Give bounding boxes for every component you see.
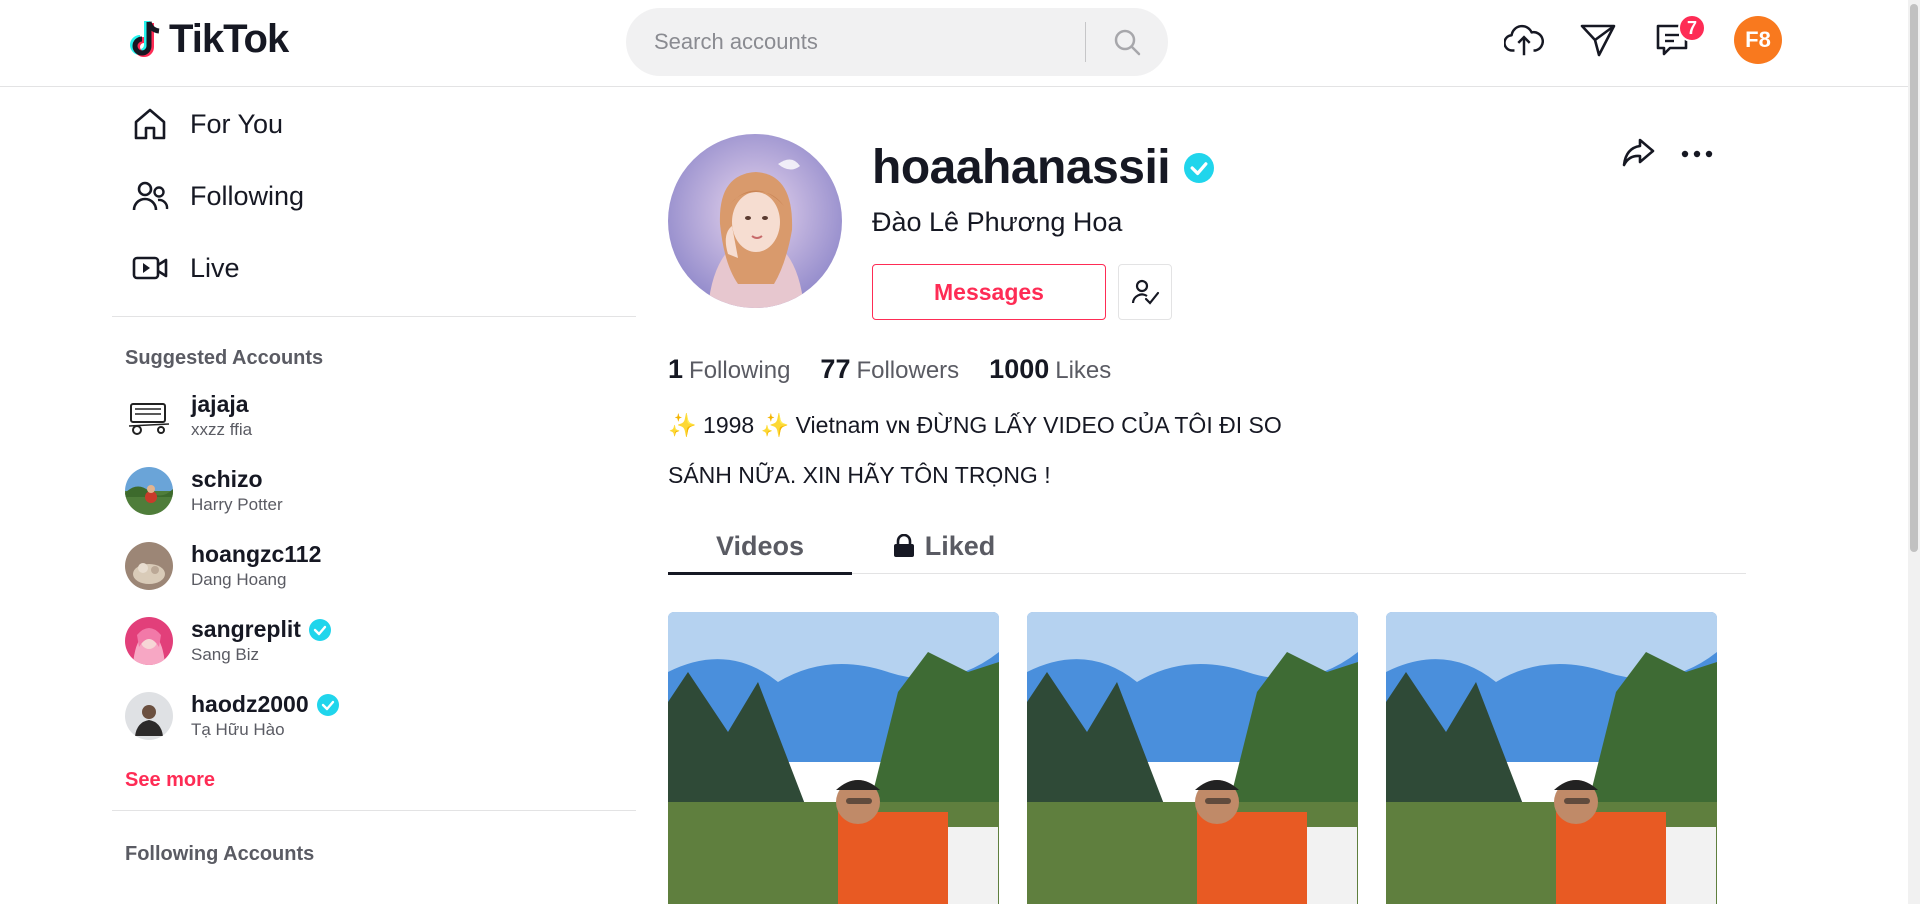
profile-avatar xyxy=(668,134,842,308)
top-header: TikTok Search accounts 7 F8 xyxy=(0,0,1908,87)
scrollbar-thumb[interactable] xyxy=(1910,4,1918,552)
bio-line: ✨ 1998 ✨ Vietnam ᴠɴ ĐỪNG LẤY VIDEO CỦA T… xyxy=(668,412,1282,438)
sidebar-divider xyxy=(112,316,636,317)
tiktok-logo-icon xyxy=(130,20,160,57)
profile-actions xyxy=(1620,134,1714,175)
verified-badge-icon xyxy=(308,618,331,641)
users-icon xyxy=(130,176,170,216)
sidebar-divider xyxy=(112,810,636,811)
nav-label: Live xyxy=(190,252,240,283)
search-input[interactable] xyxy=(626,8,1085,76)
nav-label: Following xyxy=(190,180,305,211)
stat-followers[interactable]: 77 Followers xyxy=(820,354,959,385)
upload-button[interactable] xyxy=(1504,20,1544,60)
account-username: jajaja xyxy=(191,391,249,417)
video-thumbnail[interactable] xyxy=(1386,612,1717,904)
verified-badge-icon xyxy=(316,693,339,716)
suggested-account-item[interactable]: hoangzc112 Dang Hoang xyxy=(112,528,636,603)
tab-videos[interactable]: Videos xyxy=(668,518,852,575)
suggested-account-item[interactable]: sangreplit Sang Biz xyxy=(112,603,636,678)
account-display-name: xxzz ffia xyxy=(191,420,253,439)
account-avatar xyxy=(125,391,173,440)
profile-display-name: Đào Lê Phương Hoa xyxy=(872,207,1123,237)
profile-buttons: Messages xyxy=(872,264,1214,320)
tiktok-logo[interactable]: TikTok xyxy=(127,17,289,62)
ellipsis-icon xyxy=(1681,150,1713,157)
nav-following[interactable]: Following xyxy=(112,160,636,232)
tab-liked[interactable]: Liked xyxy=(852,518,1036,574)
cloud-upload-icon xyxy=(1504,24,1544,56)
nav-label: For You xyxy=(190,108,284,139)
inbox-send-button[interactable] xyxy=(1578,20,1618,60)
profile-bio: ✨ 1998 ✨ Vietnam ᴠɴ ĐỪNG LẤY VIDEO CỦA T… xyxy=(668,400,1368,500)
account-avatar xyxy=(125,616,173,665)
nav-live[interactable]: Live xyxy=(112,232,636,304)
messages-button[interactable]: 7 xyxy=(1652,14,1706,60)
suggested-account-item[interactable]: jajaja xxzz ffia xyxy=(112,378,636,453)
following-accounts-title: Following Accounts xyxy=(125,843,315,865)
account-avatar xyxy=(125,466,173,515)
suggested-accounts-title: Suggested Accounts xyxy=(125,347,324,369)
sidebar: For You Following Live Suggested Account… xyxy=(112,88,636,866)
verified-badge-icon xyxy=(1184,152,1215,183)
suggested-account-item[interactable]: schizo Harry Potter xyxy=(112,453,636,528)
account-username: sangreplit xyxy=(191,616,331,643)
messages-button[interactable]: Messages xyxy=(872,264,1106,320)
account-username: haodz2000 xyxy=(191,691,339,718)
video-thumbnail[interactable] xyxy=(668,612,999,904)
bio-line: SÁNH NỮA. XIN HÃY TÔN TRỌNG ! xyxy=(668,462,1051,488)
logo-text: TikTok xyxy=(169,17,289,61)
account-display-name: Harry Potter xyxy=(191,495,283,514)
paper-plane-icon xyxy=(1580,24,1616,57)
search-icon xyxy=(1114,29,1141,56)
live-video-icon xyxy=(130,248,170,288)
share-icon xyxy=(1622,138,1655,167)
page-scrollbar[interactable] xyxy=(1908,0,1920,904)
suggested-account-item[interactable]: haodz2000 Tạ Hữu Hào xyxy=(112,678,636,753)
profile-info: hoaahanassii Đào Lê Phương Hoa Messages xyxy=(872,140,1215,320)
user-avatar[interactable]: F8 xyxy=(1734,16,1782,64)
stat-following[interactable]: 1 Following xyxy=(668,354,790,385)
stat-likes: 1000 Likes xyxy=(989,354,1112,384)
home-icon xyxy=(130,104,170,144)
more-options-button[interactable] xyxy=(1680,146,1714,164)
profile-tabs: Videos Liked xyxy=(668,518,1746,575)
account-display-name: Dang Hoang xyxy=(191,570,287,589)
profile-stats: 1 Following 77 Followers 1000 Likes xyxy=(668,354,1111,385)
see-more-link[interactable]: See more xyxy=(112,769,215,792)
account-username: schizo xyxy=(191,466,263,492)
header-actions: 7 F8 xyxy=(1504,14,1782,64)
account-username: hoangzc112 xyxy=(191,541,322,567)
user-check-icon xyxy=(1131,279,1160,305)
account-display-name: Tạ Hữu Hào xyxy=(191,720,285,739)
account-display-name: Sang Biz xyxy=(191,645,260,664)
profile-username: hoaahanassii xyxy=(872,140,1215,195)
account-avatar xyxy=(125,691,173,740)
nav-for-you[interactable]: For You xyxy=(112,88,636,160)
account-avatar xyxy=(125,541,173,590)
search-button[interactable] xyxy=(1086,8,1168,76)
unfollow-button[interactable] xyxy=(1118,264,1172,320)
messages-badge: 7 xyxy=(1678,14,1706,42)
share-button[interactable] xyxy=(1620,134,1656,175)
lock-icon xyxy=(893,534,914,557)
search-bar xyxy=(626,8,1168,76)
video-grid xyxy=(668,612,1717,904)
video-thumbnail[interactable] xyxy=(1027,612,1358,904)
